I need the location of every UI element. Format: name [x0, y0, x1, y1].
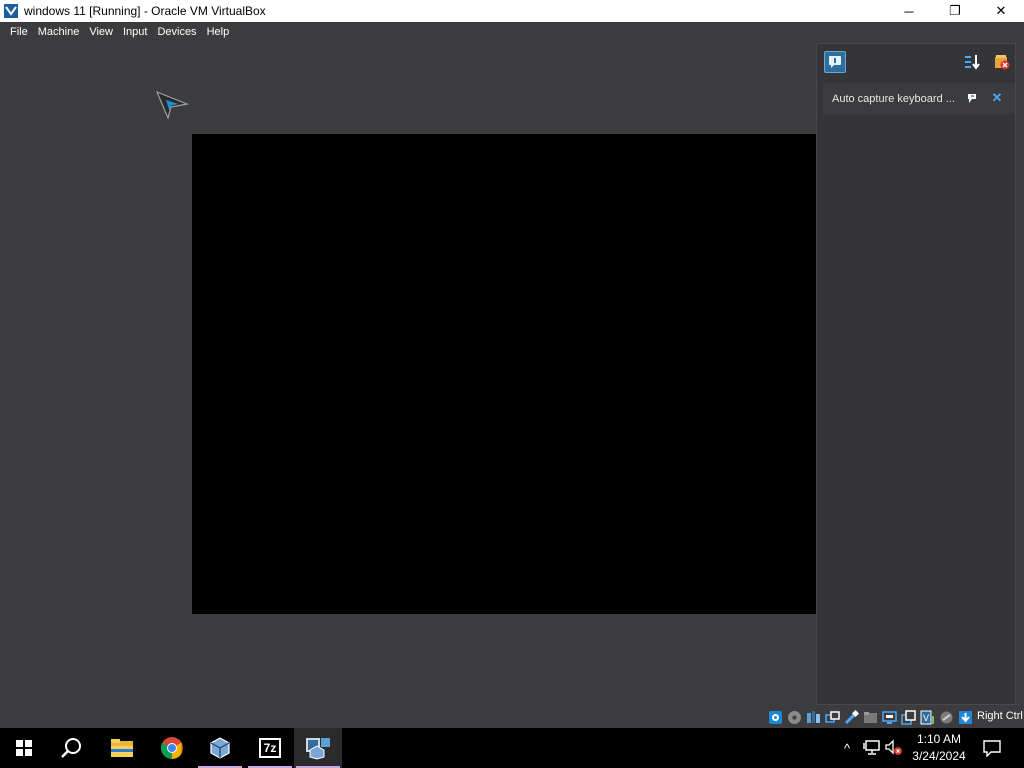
- 7zip-label: 7z: [263, 741, 277, 755]
- windows-taskbar: 7z ^ 1:10 AM 3/24/2024: [0, 728, 1024, 768]
- svg-text:V: V: [923, 713, 929, 723]
- display-icon[interactable]: [881, 709, 897, 725]
- maximize-button[interactable]: ❐: [932, 0, 978, 22]
- start-icon[interactable]: [0, 728, 48, 768]
- guest-display[interactable]: [192, 134, 816, 614]
- show-hidden-icons-chevron-icon[interactable]: ^: [838, 738, 856, 758]
- notification-item[interactable]: Auto capture keyboard ... ✕: [823, 83, 1015, 114]
- mouse-integration-icon[interactable]: [957, 709, 973, 725]
- clear-all-icon[interactable]: [991, 51, 1013, 73]
- menu-devices[interactable]: Devices: [152, 22, 201, 42]
- menu-view[interactable]: View: [84, 22, 118, 42]
- notification-center-panel: Auto capture keyboard ... ✕: [816, 43, 1016, 705]
- audio-icon[interactable]: [805, 709, 821, 725]
- search-icon[interactable]: [48, 728, 96, 768]
- virtualbox-icon[interactable]: [196, 728, 244, 768]
- vm-status-bar: V Right Ctrl: [0, 706, 1024, 728]
- info-icon[interactable]: [824, 51, 846, 73]
- close-icon[interactable]: ✕: [990, 90, 1004, 106]
- menu-bar: File Machine View Input Devices Help: [0, 22, 1024, 42]
- volume-muted-icon[interactable]: [884, 738, 904, 758]
- clock-date: 3/24/2024: [912, 749, 966, 763]
- action-center-icon[interactable]: [980, 736, 1004, 760]
- sort-icon[interactable]: [961, 51, 983, 73]
- cpu-activity-icon[interactable]: [938, 709, 954, 725]
- host-key-indicator[interactable]: Right Ctrl: [977, 710, 1023, 722]
- recording-icon[interactable]: [900, 709, 916, 725]
- chrome-icon[interactable]: [148, 728, 196, 768]
- network-icon[interactable]: [824, 709, 840, 725]
- pin-icon[interactable]: [965, 91, 979, 105]
- minimize-button[interactable]: ─: [886, 0, 932, 22]
- mouse-cursor-icon: [154, 88, 190, 120]
- menu-help[interactable]: Help: [202, 22, 235, 42]
- shared-folders-icon[interactable]: [862, 709, 878, 725]
- close-button[interactable]: ✕: [978, 0, 1024, 22]
- 7zip-icon[interactable]: 7z: [246, 728, 294, 768]
- virtualbox-app-icon[interactable]: [2, 2, 20, 20]
- menu-file[interactable]: File: [5, 22, 33, 42]
- clock-time: 1:10 AM: [916, 732, 962, 746]
- network-status-icon[interactable]: [862, 738, 882, 758]
- menu-machine[interactable]: Machine: [33, 22, 85, 42]
- hard-disk-icon[interactable]: [767, 709, 783, 725]
- title-bar: windows 11 [Running] - Oracle VM Virtual…: [0, 0, 1024, 22]
- video-capture-icon[interactable]: V: [919, 709, 935, 725]
- menu-input[interactable]: Input: [118, 22, 152, 42]
- file-explorer-icon[interactable]: [98, 728, 146, 768]
- taskbar-clock[interactable]: 1:10 AM 3/24/2024: [906, 731, 972, 765]
- usb-icon[interactable]: [843, 709, 859, 725]
- optical-drive-icon[interactable]: [786, 709, 802, 725]
- virtualbox-vm-icon[interactable]: [294, 728, 342, 768]
- window-title: windows 11 [Running] - Oracle VM Virtual…: [24, 4, 266, 18]
- notification-message: Auto capture keyboard ...: [832, 92, 955, 105]
